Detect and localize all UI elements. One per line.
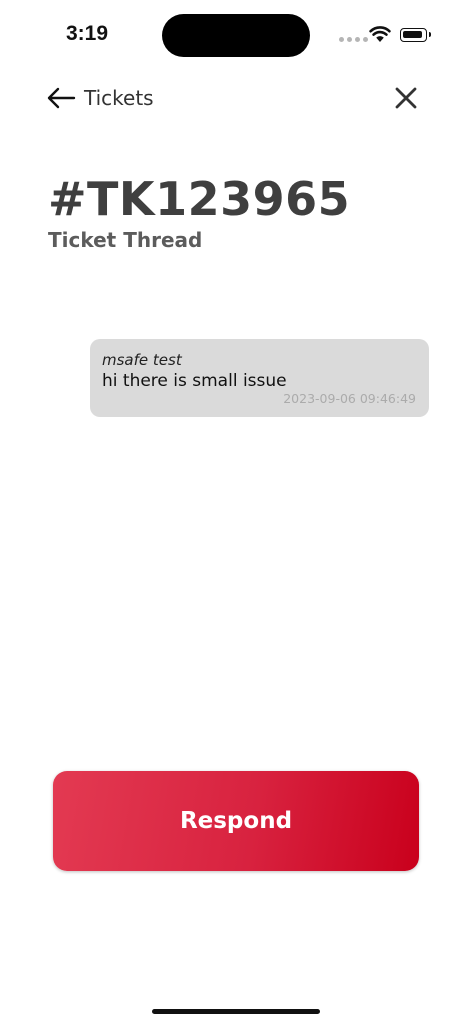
battery-icon	[400, 28, 431, 42]
ticket-subtitle: Ticket Thread	[48, 228, 203, 252]
back-button[interactable]: Tickets	[46, 82, 154, 114]
cellular-signal-icon	[339, 37, 368, 43]
status-bar: 3:19	[0, 0, 472, 72]
message-timestamp: 2023-09-06 09:46:49	[283, 391, 416, 406]
ticket-id: #TK123965	[48, 172, 351, 226]
respond-button[interactable]: Respond	[53, 771, 419, 871]
dynamic-island	[162, 14, 310, 57]
back-arrow-icon	[47, 87, 76, 109]
message-author: msafe test	[102, 351, 182, 369]
message-bubble: msafe test hi there is small issue 2023-…	[90, 339, 429, 417]
home-indicator[interactable]	[152, 1009, 320, 1014]
wifi-icon	[369, 26, 391, 42]
nav-title: Tickets	[84, 86, 154, 110]
close-icon	[395, 87, 417, 109]
message-text: hi there is small issue	[102, 371, 287, 391]
close-button[interactable]	[392, 84, 420, 112]
status-time: 3:19	[66, 22, 109, 45]
